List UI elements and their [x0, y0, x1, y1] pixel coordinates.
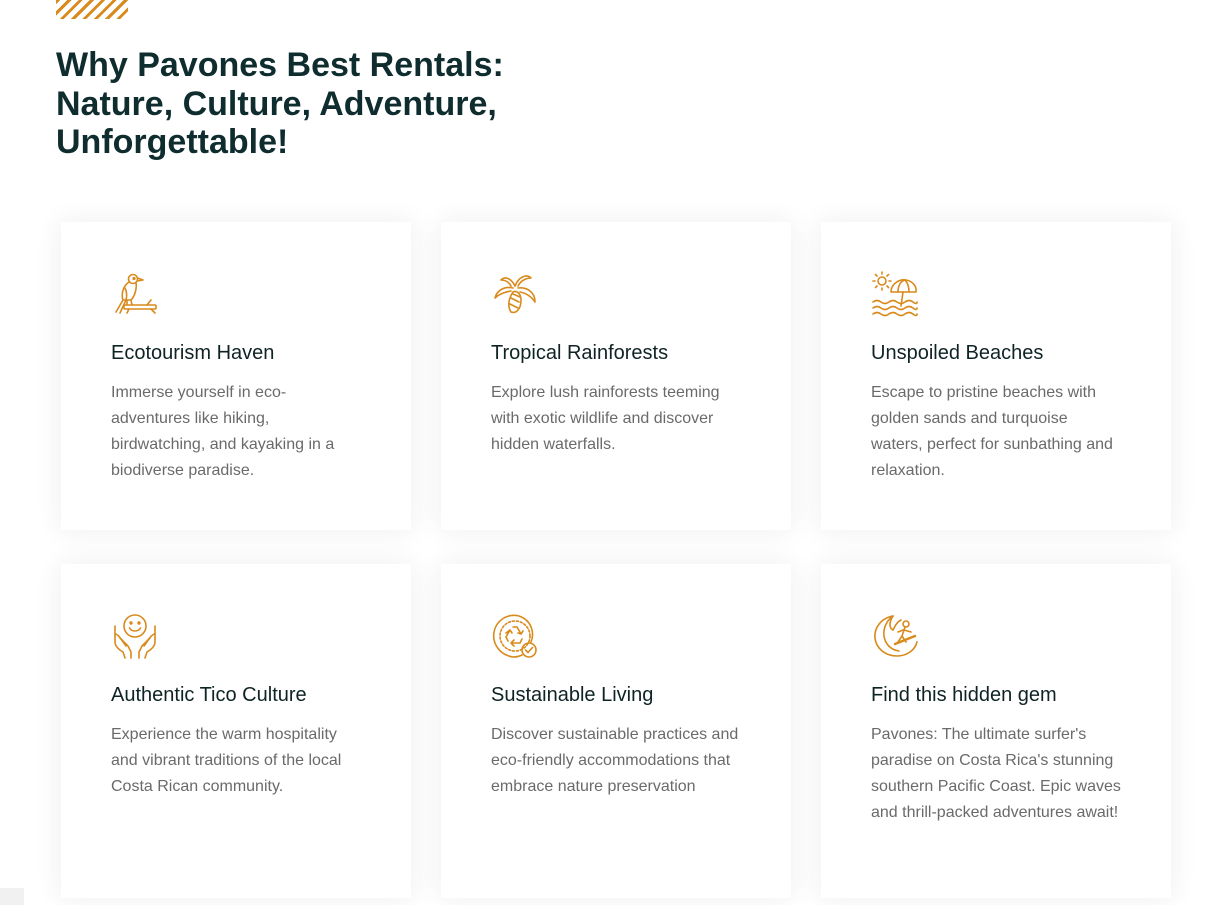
feature-card-ecotourism: Ecotourism Haven Immerse yourself in eco… [61, 222, 411, 530]
feature-description: Experience the warm hospitality and vibr… [111, 726, 342, 795]
feature-description: Explore lush rainforests teeming with ex… [491, 384, 720, 453]
feature-card-rainforests: Tropical Rainforests Explore lush rainfo… [441, 222, 791, 530]
smiley-hands-icon [111, 612, 159, 660]
feature-card-sustainable: Sustainable Living Discover sustainable … [441, 564, 791, 898]
feature-title: Find this hidden gem [871, 684, 1057, 706]
heading-line-3: Unforgettable! [56, 123, 289, 161]
feature-title: Ecotourism Haven [111, 342, 275, 364]
bird-on-branch-icon [111, 270, 159, 318]
feature-card-hidden-gem: Find this hidden gem Pavones: The ultima… [821, 564, 1171, 898]
feature-title: Tropical Rainforests [491, 342, 669, 364]
feature-card-tico-culture: Authentic Tico Culture Experience the wa… [61, 564, 411, 898]
heading-line-2: Nature, Culture, Adventure, [56, 84, 497, 123]
section-heading: Why Pavones Best Rentals: Nature, Cultur… [56, 46, 616, 162]
feature-title: Authentic Tico Culture [111, 684, 307, 706]
feature-description: Pavones: The ultimate surfer's paradise … [871, 726, 1121, 821]
heading-line-1: Why Pavones Best Rentals: [56, 46, 504, 84]
decorative-stripes [56, 0, 128, 19]
recycle-check-icon [491, 612, 539, 660]
surfer-wave-icon [871, 612, 919, 660]
page-corner [0, 888, 24, 905]
beach-umbrella-sun-icon [871, 270, 919, 318]
feature-description: Escape to pristine beaches with golden s… [871, 384, 1113, 479]
feature-card-beaches: Unspoiled Beaches Escape to pristine bea… [821, 222, 1171, 530]
feature-title: Sustainable Living [491, 684, 654, 706]
feature-description: Discover sustainable practices and eco-f… [491, 726, 739, 795]
feature-title: Unspoiled Beaches [871, 342, 1044, 364]
feature-description: Immerse yourself in eco-adventures like … [111, 384, 335, 479]
coconut-palm-icon [491, 270, 539, 318]
